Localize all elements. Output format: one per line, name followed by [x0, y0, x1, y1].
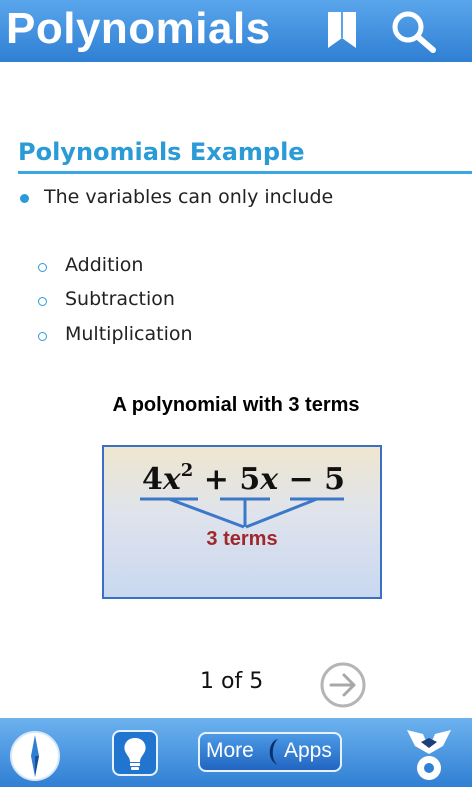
- more-apps-button[interactable]: More Apps: [198, 732, 342, 772]
- circle-bullet-icon: [38, 332, 47, 341]
- bullet-text: The variables can only include: [44, 186, 334, 208]
- tips-button[interactable]: [112, 730, 158, 776]
- bookmark-icon: [328, 12, 356, 48]
- moon-icon: [269, 739, 278, 765]
- term-brackets: [140, 497, 344, 529]
- polynomial-figure: 4x2 + 5x − 5 3 terms: [102, 445, 382, 599]
- bullet-dot-icon: [20, 194, 29, 203]
- app-header: Polynomials: [0, 0, 472, 62]
- terms-label: 3 terms: [206, 528, 277, 550]
- compass-button[interactable]: [8, 729, 62, 783]
- mascot-icon: [407, 730, 451, 780]
- more-apps-label-apps: Apps: [284, 739, 332, 762]
- sub-item-label: Subtraction: [65, 288, 175, 310]
- search-button[interactable]: [388, 8, 436, 53]
- title-divider: [18, 171, 472, 174]
- search-icon: [392, 11, 436, 53]
- bookmark-button[interactable]: [322, 8, 364, 52]
- app-title: Polynomials: [6, 4, 271, 53]
- arrow-right-circle-icon: [320, 662, 366, 708]
- polynomial-expression: 4x2 + 5x − 5: [142, 460, 345, 497]
- sub-item-label: Addition: [65, 254, 144, 276]
- polynomial-diagram: 4x2 + 5x − 5 3 terms: [140, 460, 345, 550]
- circle-bullet-icon: [38, 263, 47, 272]
- mascot-button[interactable]: [405, 726, 453, 784]
- figure-caption: A polynomial with 3 terms: [112, 394, 360, 416]
- circle-bullet-icon: [38, 297, 47, 306]
- sub-item-label: Multiplication: [65, 323, 193, 345]
- next-page-button[interactable]: [319, 661, 367, 709]
- lightbulb-icon: [124, 738, 146, 770]
- more-apps-label-more: More: [206, 739, 254, 762]
- compass-icon: [10, 731, 60, 781]
- section-title: Polynomials Example: [18, 138, 305, 166]
- bottom-toolbar: More Apps: [0, 718, 472, 787]
- page-indicator: 1 of 5: [200, 669, 264, 694]
